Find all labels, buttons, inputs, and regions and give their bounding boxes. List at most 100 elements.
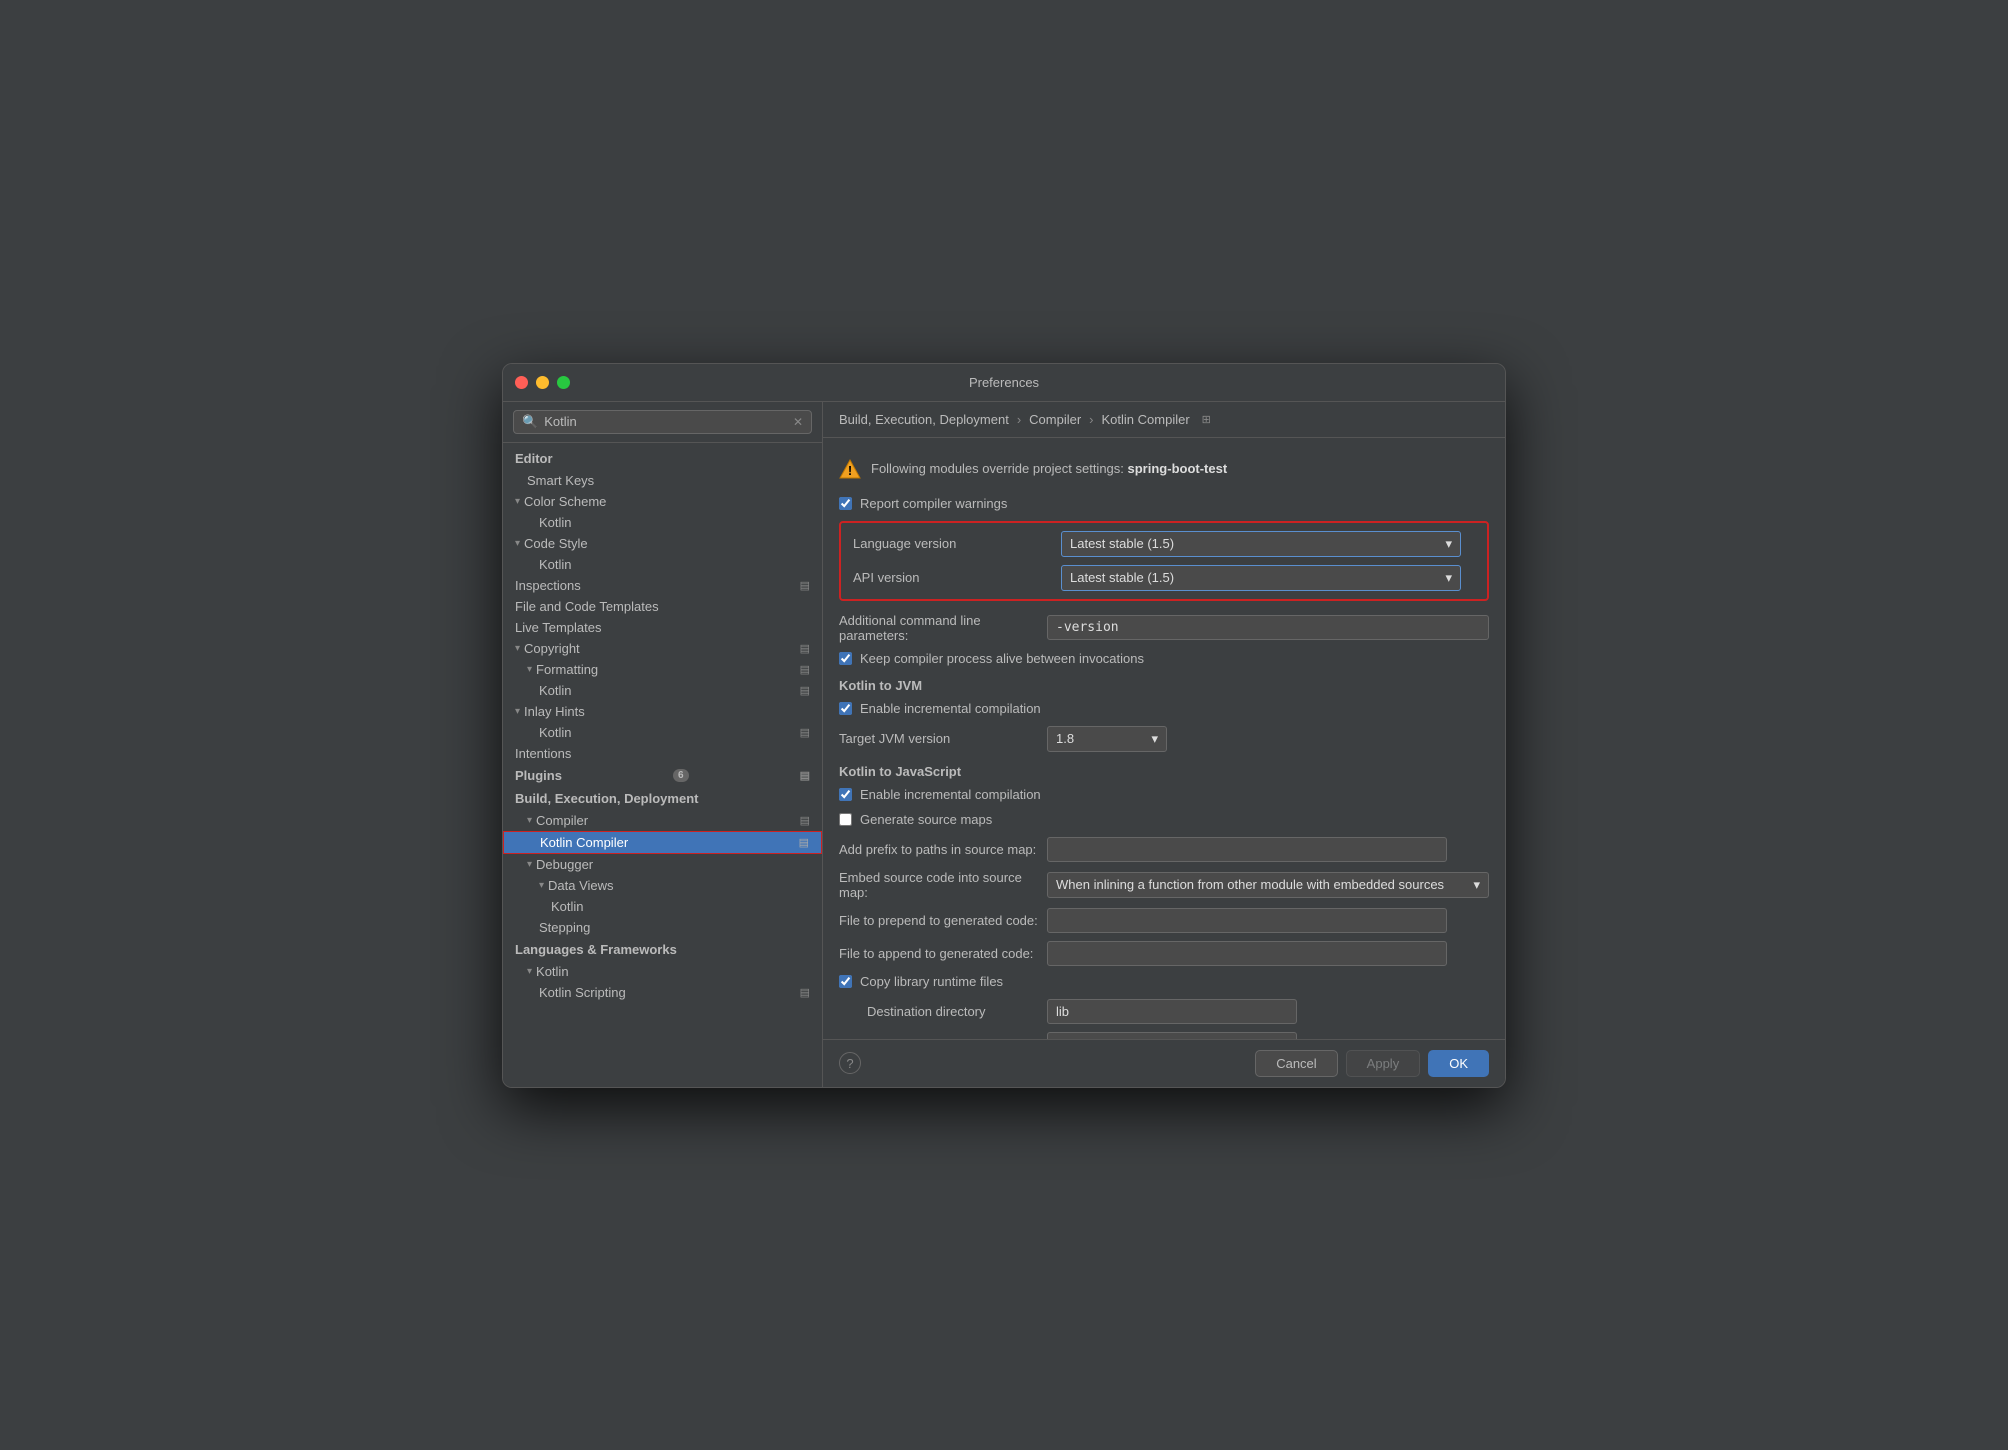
lang-kotlin-chevron: ▾ bbox=[527, 966, 532, 977]
sidebar-item-code-style-kotlin[interactable]: Kotlin bbox=[503, 554, 822, 575]
ok-button[interactable]: OK bbox=[1428, 1050, 1489, 1077]
search-wrapper[interactable]: 🔍 ✕ bbox=[513, 410, 812, 434]
sidebar-item-smart-keys[interactable]: Smart Keys bbox=[503, 470, 822, 491]
breadcrumb-settings-icon[interactable]: ⊞ bbox=[1202, 413, 1211, 426]
api-version-dropdown[interactable]: Latest stable (1.5) ▾ bbox=[1061, 565, 1461, 591]
sidebar-item-intentions[interactable]: Intentions bbox=[503, 743, 822, 764]
generate-source-maps-row: Generate source maps bbox=[839, 812, 1489, 827]
sidebar-item-kotlin-scripting[interactable]: Kotlin Scripting ▤ bbox=[503, 982, 822, 1003]
build-section-label: Build, Execution, Deployment bbox=[503, 787, 822, 810]
embed-source-dropdown[interactable]: When inlining a function from other modu… bbox=[1047, 872, 1489, 898]
plugins-page-icon: ▤ bbox=[800, 769, 810, 782]
sidebar-item-inspections[interactable]: Inspections ▤ bbox=[503, 575, 822, 596]
kotlin-scripting-page-icon: ▤ bbox=[800, 986, 810, 999]
languages-section-label: Languages & Frameworks bbox=[503, 938, 822, 961]
sidebar-item-formatting-kotlin[interactable]: Kotlin ▤ bbox=[503, 680, 822, 701]
color-scheme-kotlin-label: Kotlin bbox=[539, 515, 572, 530]
titlebar: Preferences bbox=[503, 364, 1505, 402]
sidebar-item-kotlin-compiler[interactable]: Kotlin Compiler ▤ bbox=[503, 831, 822, 854]
sidebar-item-color-scheme-kotlin[interactable]: Kotlin bbox=[503, 512, 822, 533]
jvm-enable-incremental-checkbox[interactable] bbox=[839, 702, 852, 715]
embed-source-row: Embed source code into source map: When … bbox=[839, 870, 1489, 900]
destination-input[interactable] bbox=[1047, 999, 1297, 1024]
sidebar-item-copyright[interactable]: ▾ Copyright ▤ bbox=[503, 638, 822, 659]
file-code-templates-label: File and Code Templates bbox=[515, 599, 659, 614]
svg-text:!: ! bbox=[848, 463, 852, 478]
embed-source-value: When inlining a function from other modu… bbox=[1056, 877, 1444, 892]
search-box: 🔍 ✕ bbox=[503, 402, 822, 443]
js-enable-incremental-checkbox[interactable] bbox=[839, 788, 852, 801]
jvm-enable-incremental-label: Enable incremental compilation bbox=[860, 701, 1041, 716]
api-version-row: API version Latest stable (1.5) ▾ bbox=[853, 565, 1475, 591]
sidebar-item-file-code-templates[interactable]: File and Code Templates bbox=[503, 596, 822, 617]
cancel-button[interactable]: Cancel bbox=[1255, 1050, 1337, 1077]
file-prepend-input[interactable] bbox=[1047, 908, 1447, 933]
code-style-label: Code Style bbox=[524, 536, 588, 551]
search-input[interactable] bbox=[544, 414, 787, 429]
search-clear-icon[interactable]: ✕ bbox=[793, 415, 803, 429]
target-jvm-label: Target JVM version bbox=[839, 731, 1039, 746]
sidebar-item-data-views[interactable]: ▾ Data Views bbox=[503, 875, 822, 896]
sidebar-item-inlay-hints-kotlin[interactable]: Kotlin ▤ bbox=[503, 722, 822, 743]
main-content: 🔍 ✕ Editor Smart Keys ▾ Color Scheme Kot… bbox=[503, 402, 1505, 1087]
sidebar-item-formatting[interactable]: ▾ Formatting ▤ bbox=[503, 659, 822, 680]
minimize-button[interactable] bbox=[536, 376, 549, 389]
sidebar: 🔍 ✕ Editor Smart Keys ▾ Color Scheme Kot… bbox=[503, 402, 823, 1087]
breadcrumb-sep-2: › bbox=[1089, 412, 1093, 427]
sidebar-item-lang-kotlin[interactable]: ▾ Kotlin bbox=[503, 961, 822, 982]
report-warnings-checkbox[interactable] bbox=[839, 497, 852, 510]
keep-compiler-label: Keep compiler process alive between invo… bbox=[860, 651, 1144, 666]
copyright-page-icon: ▤ bbox=[800, 642, 810, 655]
kotlin-compiler-label: Kotlin Compiler bbox=[540, 835, 628, 850]
copyright-label: Copyright bbox=[524, 641, 580, 656]
sidebar-item-inlay-hints[interactable]: ▾ Inlay Hints bbox=[503, 701, 822, 722]
sidebar-item-color-scheme[interactable]: ▾ Color Scheme bbox=[503, 491, 822, 512]
module-kind-dropdown[interactable]: Plain (put to global scope) ▾ bbox=[1047, 1032, 1297, 1039]
apply-button[interactable]: Apply bbox=[1346, 1050, 1421, 1077]
plugins-section-label: Plugins 6 ▤ bbox=[503, 764, 822, 787]
destination-label: Destination directory bbox=[839, 1004, 1039, 1019]
stepping-label: Stepping bbox=[539, 920, 590, 935]
api-version-value: Latest stable (1.5) bbox=[1070, 570, 1174, 585]
traffic-lights bbox=[515, 376, 570, 389]
copy-library-checkbox[interactable] bbox=[839, 975, 852, 988]
embed-source-label: Embed source code into source map: bbox=[839, 870, 1039, 900]
language-version-dropdown[interactable]: Latest stable (1.5) ▾ bbox=[1061, 531, 1461, 557]
sidebar-item-debugger[interactable]: ▾ Debugger bbox=[503, 854, 822, 875]
sidebar-item-live-templates[interactable]: Live Templates bbox=[503, 617, 822, 638]
breadcrumb-part-2: Compiler bbox=[1029, 412, 1081, 427]
api-version-label: API version bbox=[853, 570, 1053, 585]
sidebar-item-stepping[interactable]: Stepping bbox=[503, 917, 822, 938]
smart-keys-label: Smart Keys bbox=[527, 473, 594, 488]
compiler-page-icon: ▤ bbox=[800, 814, 810, 827]
api-version-chevron: ▾ bbox=[1445, 570, 1452, 586]
close-button[interactable] bbox=[515, 376, 528, 389]
debugger-label: Debugger bbox=[536, 857, 593, 872]
help-button[interactable]: ? bbox=[839, 1052, 861, 1074]
sidebar-tree: Editor Smart Keys ▾ Color Scheme Kotlin … bbox=[503, 443, 822, 1087]
panel-content: ! Following modules override project set… bbox=[823, 438, 1505, 1039]
file-append-input[interactable] bbox=[1047, 941, 1447, 966]
report-warnings-row: Report compiler warnings bbox=[839, 496, 1489, 511]
generate-source-maps-checkbox[interactable] bbox=[839, 813, 852, 826]
breadcrumb-part-1: Build, Execution, Deployment bbox=[839, 412, 1009, 427]
copyright-chevron: ▾ bbox=[515, 643, 520, 654]
target-jvm-dropdown[interactable]: 1.8 ▾ bbox=[1047, 726, 1167, 752]
keep-compiler-checkbox[interactable] bbox=[839, 652, 852, 665]
keep-compiler-row: Keep compiler process alive between invo… bbox=[839, 651, 1489, 666]
additional-cmd-input[interactable] bbox=[1047, 615, 1489, 640]
sidebar-item-compiler[interactable]: ▾ Compiler ▤ bbox=[503, 810, 822, 831]
language-version-row: Language version Latest stable (1.5) ▾ bbox=[853, 531, 1475, 557]
sidebar-item-code-style[interactable]: ▾ Code Style bbox=[503, 533, 822, 554]
intentions-label: Intentions bbox=[515, 746, 571, 761]
kotlin-to-js-title: Kotlin to JavaScript bbox=[839, 764, 1489, 779]
data-views-kotlin-label: Kotlin bbox=[551, 899, 584, 914]
jvm-enable-incremental-row: Enable incremental compilation bbox=[839, 701, 1489, 716]
language-version-value: Latest stable (1.5) bbox=[1070, 536, 1174, 551]
breadcrumb-sep-1: › bbox=[1017, 412, 1021, 427]
maximize-button[interactable] bbox=[557, 376, 570, 389]
module-kind-row: Module kind: Plain (put to global scope)… bbox=[839, 1032, 1489, 1039]
debugger-chevron: ▾ bbox=[527, 859, 532, 870]
sidebar-item-data-views-kotlin[interactable]: Kotlin bbox=[503, 896, 822, 917]
add-prefix-input[interactable] bbox=[1047, 837, 1447, 862]
